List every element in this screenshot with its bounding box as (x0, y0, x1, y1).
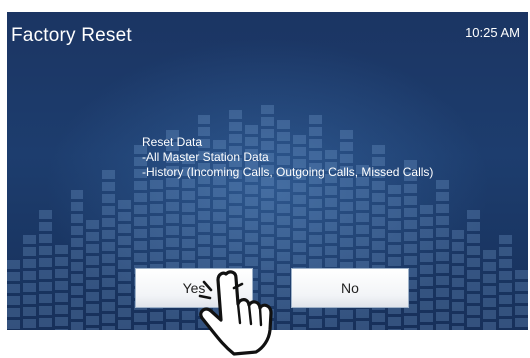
message-item-history: -History (Incoming Calls, Outgoing Calls… (142, 165, 434, 179)
reset-message: Reset Data -All Master Station Data -His… (142, 135, 433, 180)
message-item-master-data: -All Master Station Data (142, 150, 269, 164)
hand-pointer-icon (198, 270, 273, 356)
message-heading: Reset Data (142, 135, 203, 149)
clock-time: 10:25 AM (465, 25, 520, 40)
page-title: Factory Reset (11, 25, 132, 46)
no-button[interactable]: No (291, 268, 409, 308)
